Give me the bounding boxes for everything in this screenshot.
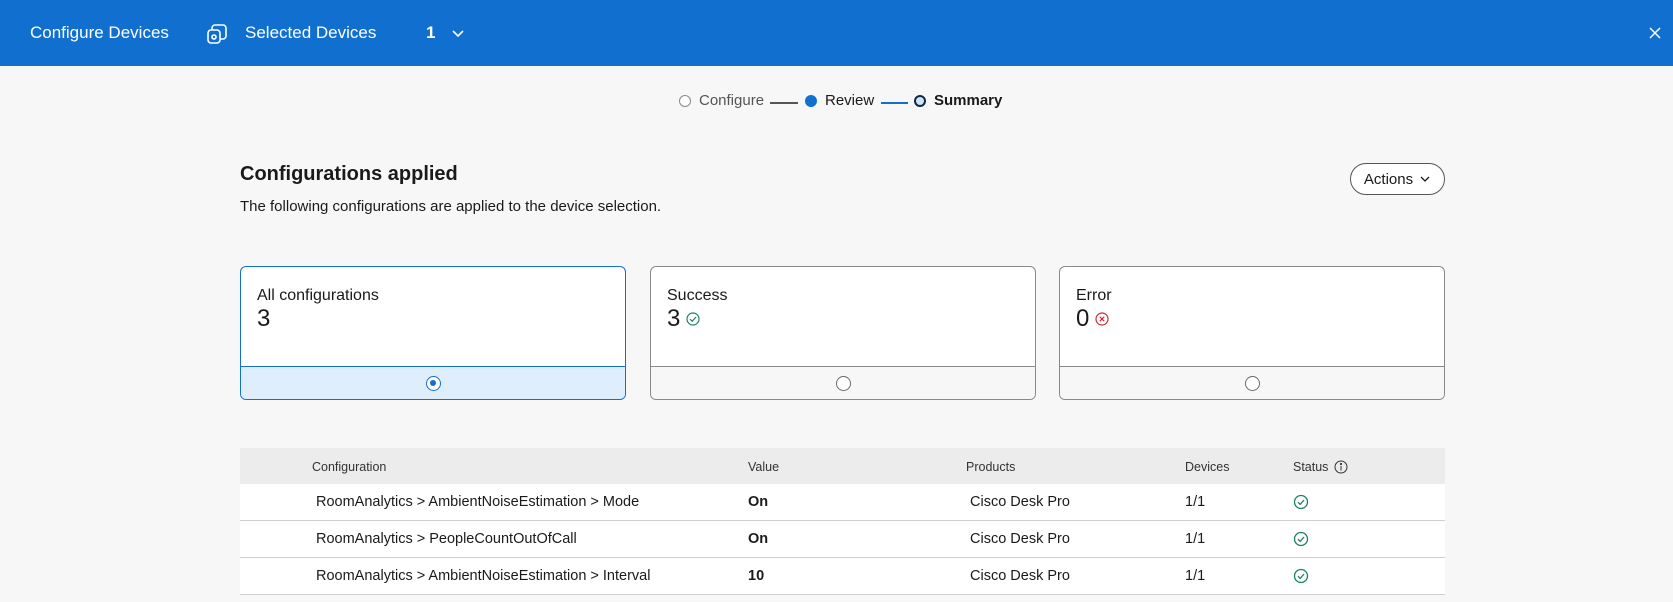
devices-icon <box>207 24 227 44</box>
page-subtitle: The following configurations are applied… <box>240 198 662 215</box>
filter-card-error[interactable]: Error 0 <box>1059 266 1445 400</box>
step-label: Review <box>825 92 875 109</box>
selected-devices-label: Selected Devices <box>245 23 377 42</box>
success-status-icon <box>1293 494 1309 510</box>
cell-configuration: RoomAnalytics > AmbientNoiseEstimation >… <box>316 494 640 510</box>
step-summary: Summary <box>914 92 1002 109</box>
table-row[interactable]: RoomAnalytics > AmbientNoiseEstimation >… <box>240 558 1445 595</box>
cell-value: 10 <box>748 568 765 584</box>
status-header-label: Status <box>1293 460 1329 474</box>
cell-devices: 1/1 <box>1185 531 1206 547</box>
close-icon[interactable] <box>1646 24 1664 42</box>
step-dot <box>805 94 817 107</box>
step-review: Review <box>805 92 874 109</box>
card-label: Error <box>1076 287 1112 304</box>
card-count-value: 3 <box>667 305 681 332</box>
table-row[interactable]: RoomAnalytics > PeopleCountOutOfCall On … <box>240 521 1445 558</box>
chevron-down-icon <box>1420 176 1430 182</box>
card-label: Success <box>667 287 728 304</box>
step-dot <box>679 94 691 107</box>
step-dot <box>914 94 926 107</box>
cell-configuration: RoomAnalytics > PeopleCountOutOfCall <box>316 531 577 547</box>
header-bar: Configure Devices Selected Devices 1 <box>0 0 1673 66</box>
column-header-configuration[interactable]: Configuration <box>312 460 386 474</box>
check-circle-icon <box>686 312 700 326</box>
cell-product: Cisco Desk Pro <box>970 568 1070 584</box>
configurations-table: Configuration Value Products Devices Sta… <box>240 448 1445 595</box>
table-row[interactable]: RoomAnalytics > AmbientNoiseEstimation >… <box>240 484 1445 521</box>
step-connector <box>881 102 908 104</box>
radio-button[interactable] <box>1244 375 1260 391</box>
step-label: Summary <box>934 92 1003 109</box>
filter-card-all[interactable]: All configurations 3 <box>240 266 626 400</box>
step-label: Configure <box>699 92 765 109</box>
progress-stepper: Configure Review Summary <box>0 92 1673 114</box>
card-footer <box>241 366 625 399</box>
step-connector <box>770 102 798 104</box>
cell-product: Cisco Desk Pro <box>970 494 1070 510</box>
column-header-devices[interactable]: Devices <box>1185 460 1229 474</box>
radio-button[interactable] <box>835 375 851 391</box>
column-header-value[interactable]: Value <box>748 460 779 474</box>
success-status-icon <box>1293 531 1309 547</box>
cell-devices: 1/1 <box>1185 494 1206 510</box>
card-count-value: 3 <box>257 305 271 332</box>
success-status-icon <box>1293 568 1309 584</box>
card-footer <box>1060 366 1444 399</box>
card-footer <box>651 366 1035 399</box>
cell-value: On <box>748 531 769 547</box>
filter-card-success[interactable]: Success 3 <box>650 266 1036 400</box>
chevron-down-icon[interactable] <box>449 24 467 42</box>
card-count: 3 <box>257 305 270 333</box>
selected-devices-count: 1 <box>426 23 436 42</box>
cell-devices: 1/1 <box>1185 568 1206 584</box>
step-configure: Configure <box>679 92 764 109</box>
app-title: Configure Devices <box>30 23 169 42</box>
actions-label: Actions <box>1363 170 1414 188</box>
cell-configuration: RoomAnalytics > AmbientNoiseEstimation >… <box>316 568 651 584</box>
cell-value: On <box>748 494 769 510</box>
page-title: Configurations applied <box>240 163 458 185</box>
card-label: All configurations <box>257 287 379 304</box>
cell-product: Cisco Desk Pro <box>970 531 1070 547</box>
radio-button[interactable] <box>425 375 441 391</box>
actions-button[interactable]: Actions <box>1350 163 1445 195</box>
card-count: 3 <box>667 305 700 333</box>
card-count-value: 0 <box>1076 305 1090 332</box>
x-circle-icon <box>1095 312 1109 326</box>
table-header: Configuration Value Products Devices Sta… <box>240 448 1445 484</box>
card-count: 0 <box>1076 305 1109 333</box>
column-header-status[interactable]: Status <box>1293 460 1348 474</box>
column-header-products[interactable]: Products <box>966 460 1015 474</box>
info-icon[interactable] <box>1334 460 1348 474</box>
